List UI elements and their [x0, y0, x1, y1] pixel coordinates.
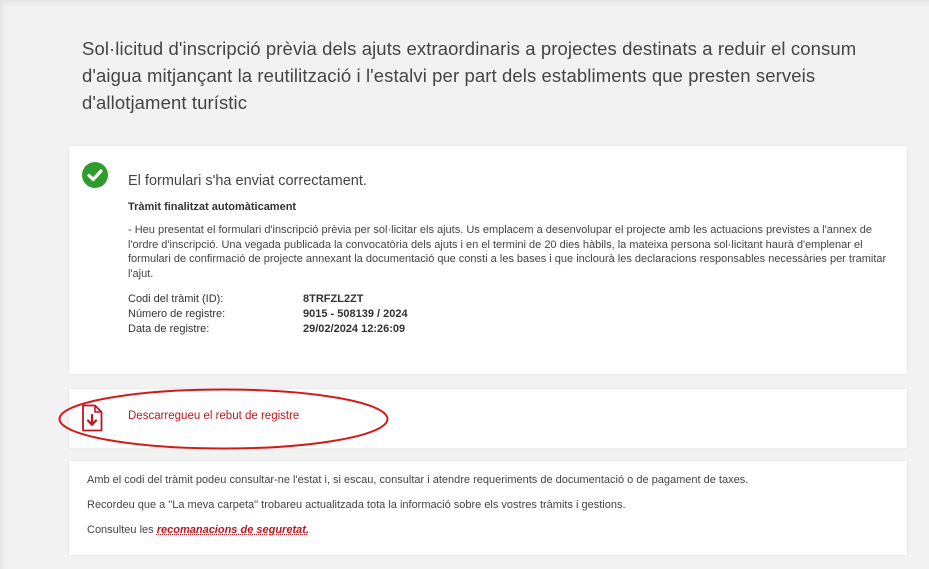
- pdf-download-icon[interactable]: [81, 404, 103, 432]
- page-title: Sol·licitud d'inscripció prèvia dels aju…: [82, 38, 857, 113]
- info-text-security: Consulteu les recomanacions de seguretat…: [87, 524, 309, 536]
- security-prefix: Consulteu les: [87, 524, 157, 536]
- check-circle-icon: [82, 162, 108, 188]
- status-subheading: Tràmit finalitzat automàticament: [128, 201, 297, 213]
- registry-date-value: 29/02/2024 12:26:09: [303, 323, 406, 335]
- success-message: El formulari s'ha enviat correctament.: [128, 173, 367, 189]
- meta-label: Número de registre:: [128, 308, 226, 320]
- meta-label: Codi del tràmit (ID):: [128, 293, 224, 305]
- download-receipt-link[interactable]: Descarregueu el rebut de registre: [128, 410, 299, 422]
- meta-label: Data de registre:: [128, 323, 210, 335]
- security-recommendations-link[interactable]: recomanacions de seguretat.: [157, 524, 309, 536]
- info-text-carpeta: Recordeu que a "La meva carpeta" trobare…: [87, 499, 626, 511]
- main-panel: Sol·licitud d'inscripció prèvia dels aju…: [0, 0, 929, 569]
- info-card: Amb el codi del tràmit podeu consultar-n…: [69, 461, 907, 555]
- success-card: El formulari s'ha enviat correctament. T…: [69, 146, 907, 374]
- registry-number-value: 9015 - 508139 / 2024: [303, 308, 408, 320]
- download-card: Descarregueu el rebut de registre: [69, 389, 907, 448]
- procedure-id-value: 8TRFZL2ZT: [303, 293, 364, 305]
- info-text-status: Amb el codi del tràmit podeu consultar-n…: [87, 474, 749, 486]
- success-description: - Heu presentat el formulari d'inscripci…: [128, 224, 887, 280]
